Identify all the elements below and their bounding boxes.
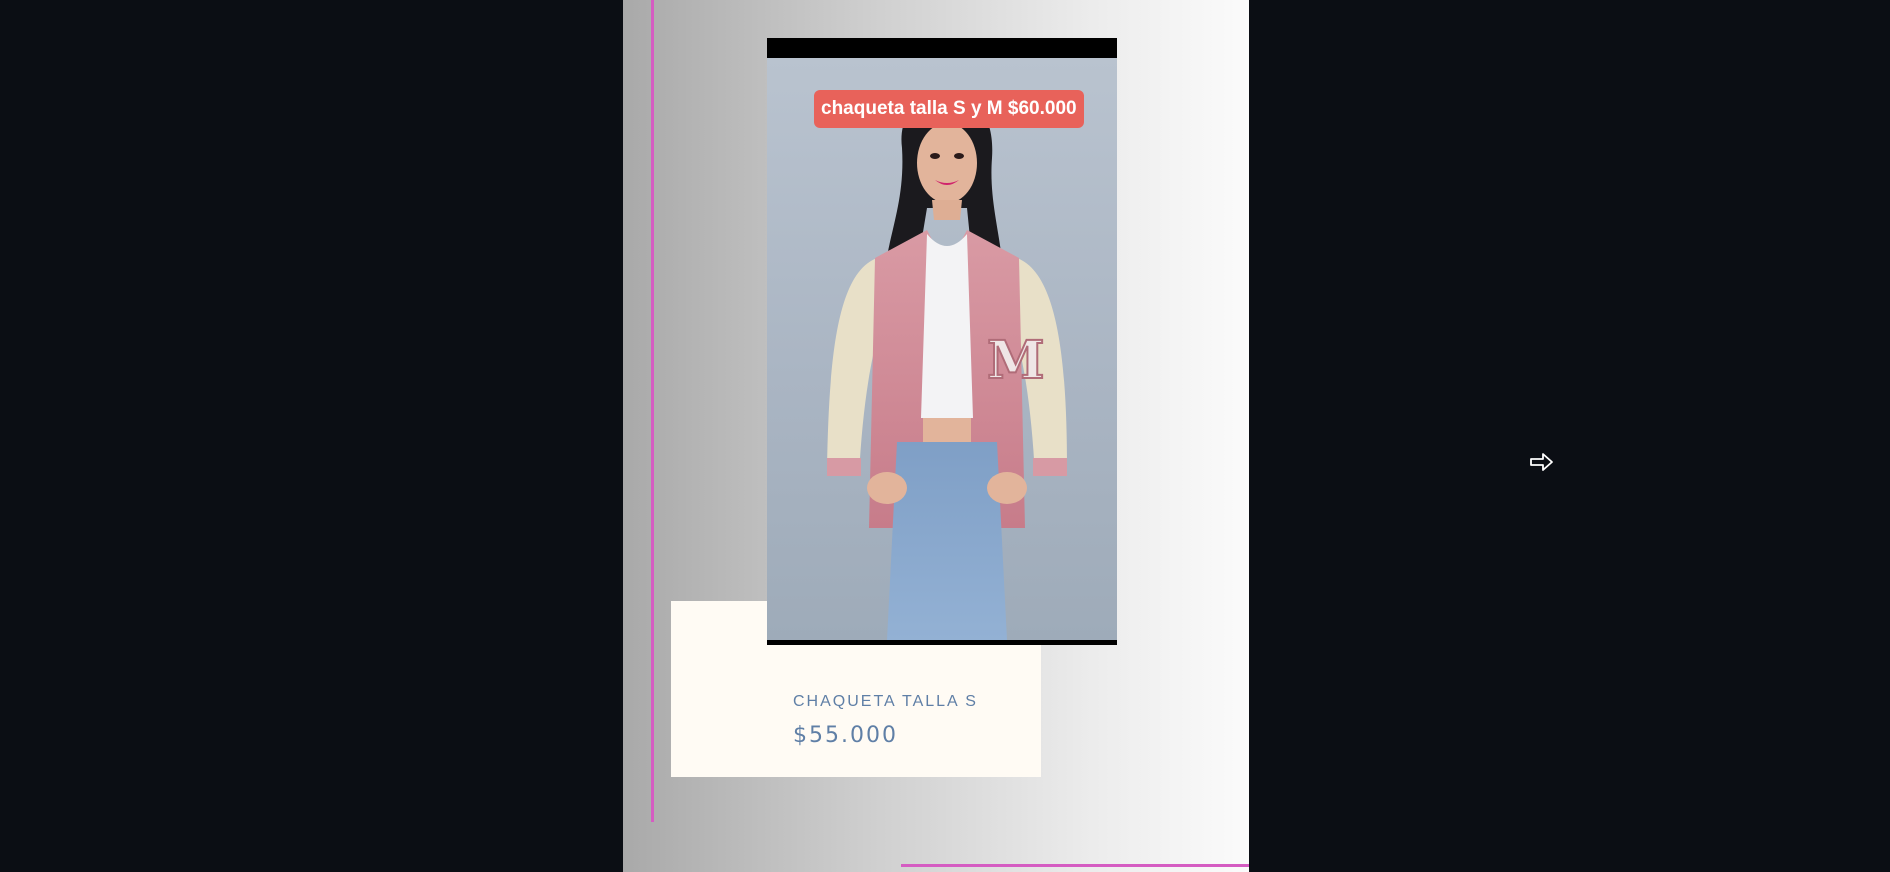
product-photo: M chaqueta talla S y M $60.000 (767, 58, 1117, 640)
product-slide: CHAQUETA TALLA S $55.000 M chaqueta tall… (623, 0, 1249, 872)
svg-text:M: M (987, 330, 1045, 391)
image-viewer: CHAQUETA TALLA S $55.000 M chaqueta tall… (0, 0, 1890, 872)
product-price: $55.000 (793, 723, 898, 748)
product-name: CHAQUETA TALLA S (793, 693, 978, 710)
product-image[interactable]: M chaqueta talla S y M $60.000 (767, 38, 1117, 645)
accent-line-horizontal (901, 864, 1249, 867)
accent-line-vertical (651, 0, 654, 822)
next-button[interactable] (1528, 448, 1556, 476)
arrow-right-icon (1530, 453, 1553, 471)
model-photo-illustration: M (827, 94, 1067, 640)
image-caption-label: chaqueta talla S y M $60.000 (814, 90, 1084, 128)
